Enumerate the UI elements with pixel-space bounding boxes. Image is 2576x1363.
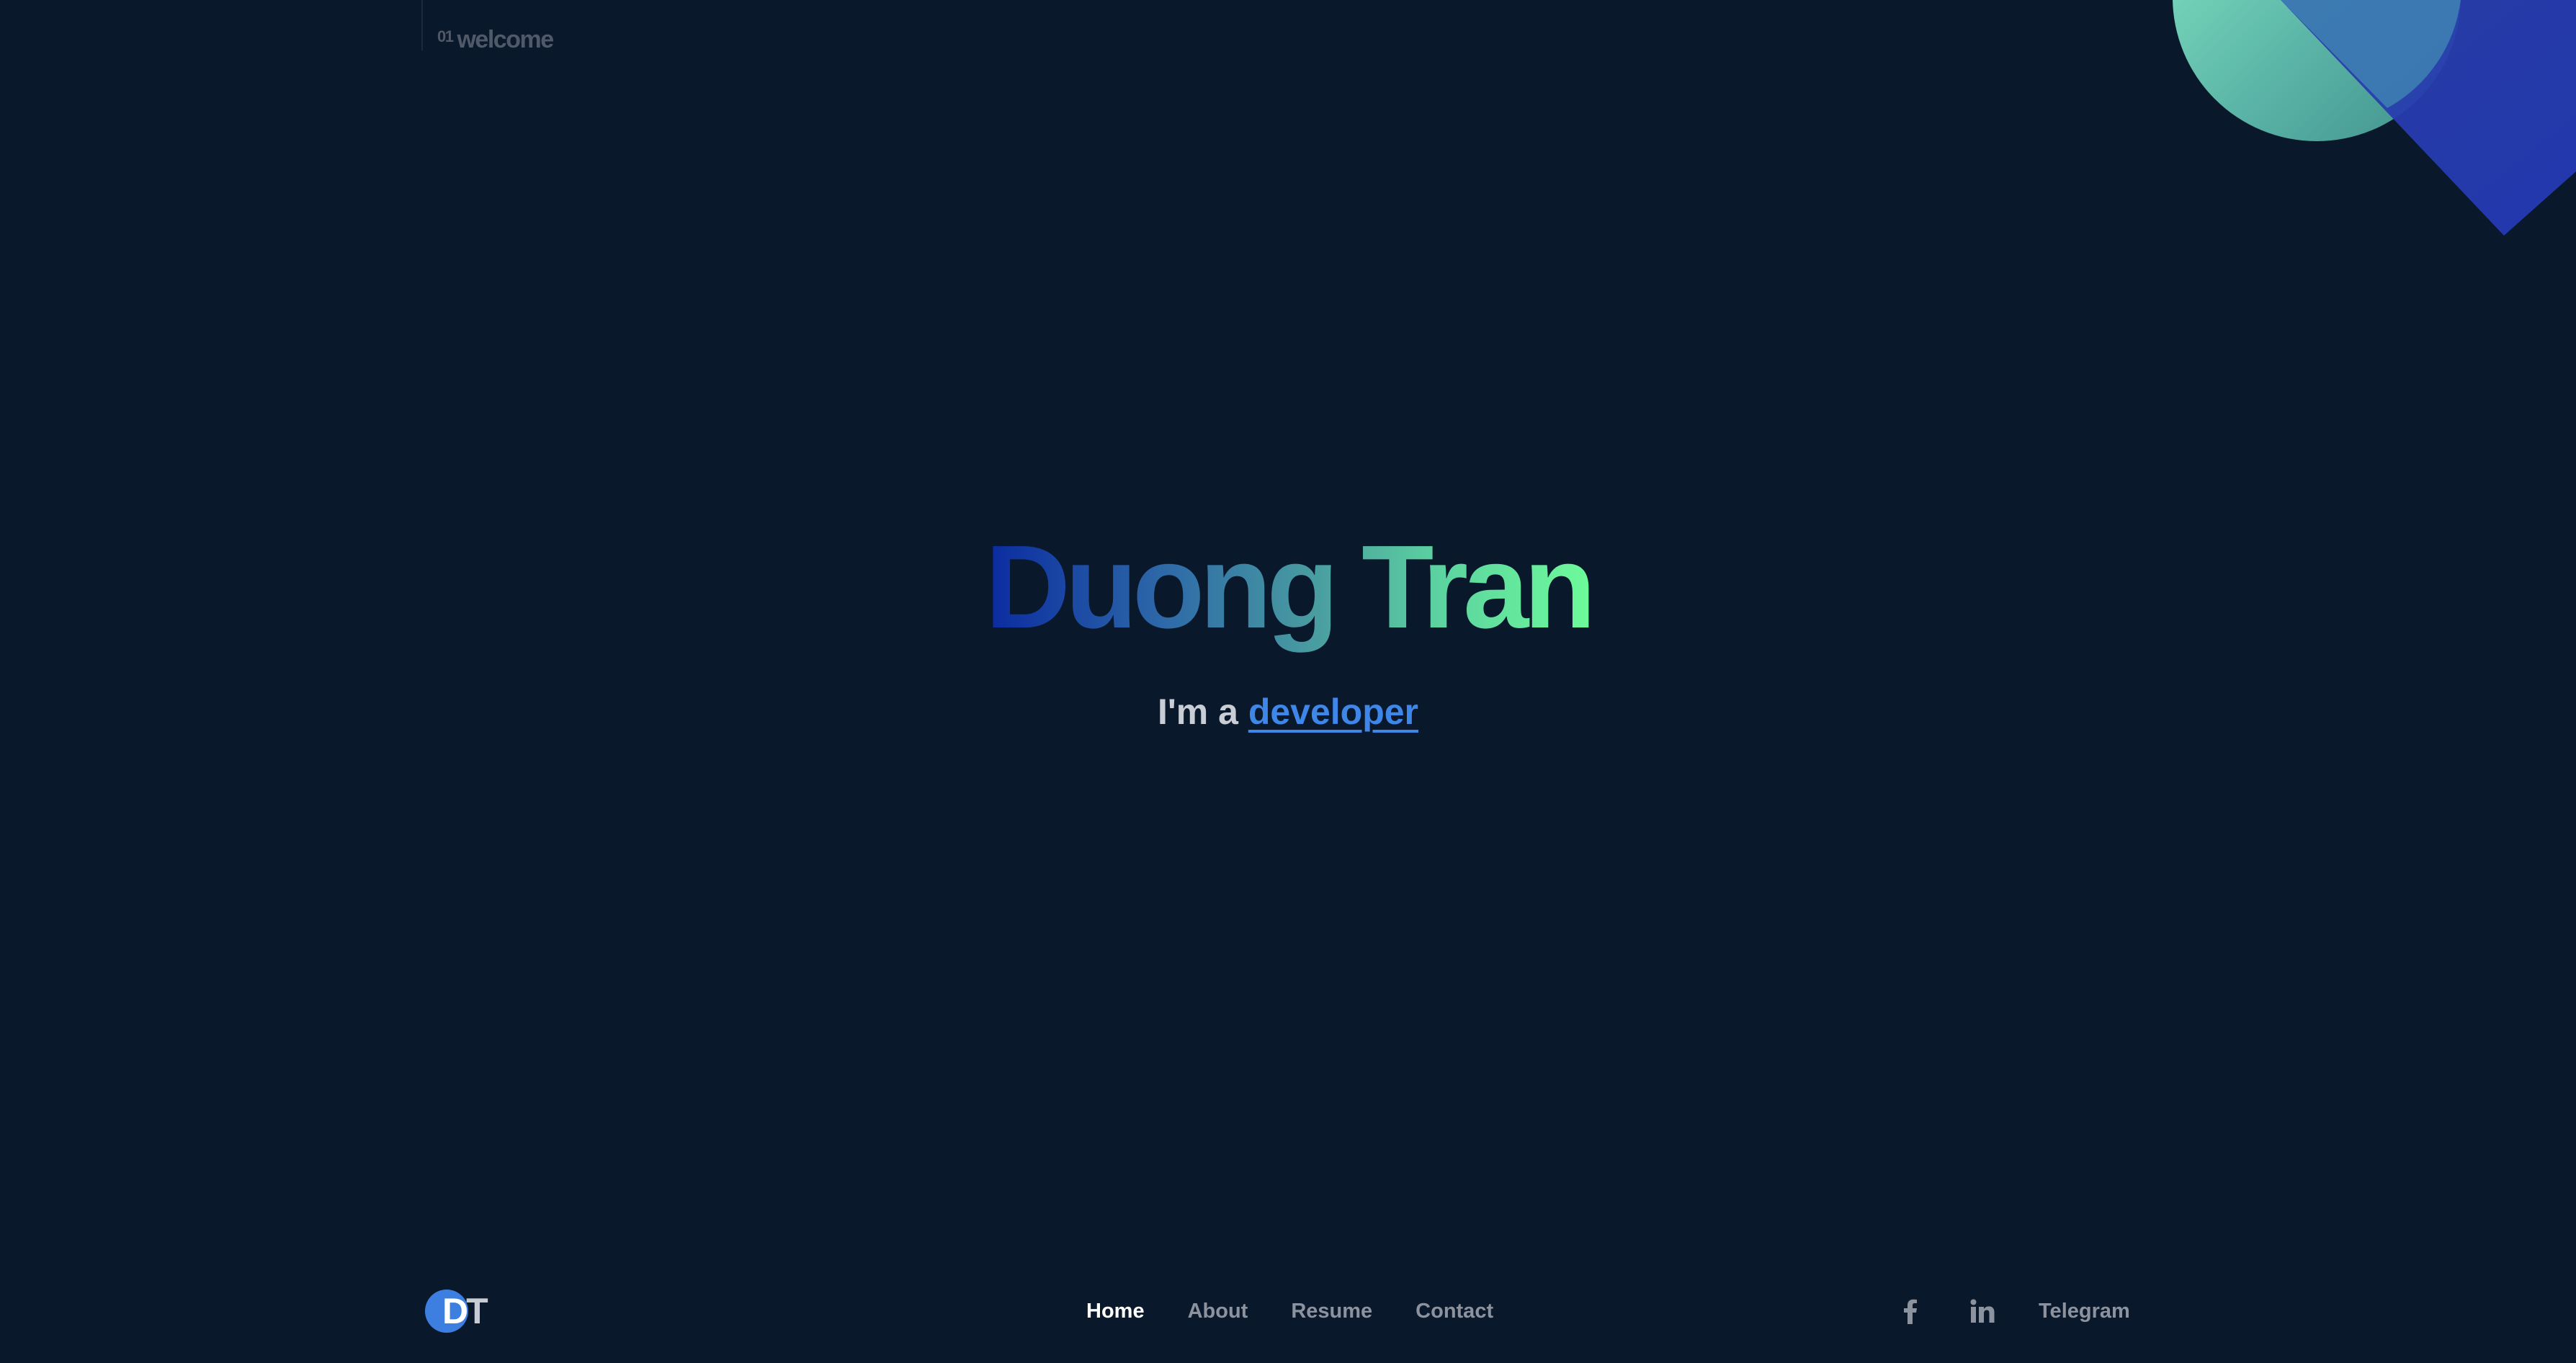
section-number: 01 xyxy=(437,27,454,45)
site-logo[interactable]: DT xyxy=(424,1288,496,1334)
hero-name: Duong Tran xyxy=(0,526,2576,648)
hero-intro: I'm a xyxy=(1157,692,1238,732)
hero-subtitle: I'm a developer xyxy=(0,689,2576,735)
logo-letter-d: D xyxy=(442,1291,468,1331)
logo-text: DT xyxy=(442,1291,488,1331)
section-label: 01 welcome xyxy=(437,26,554,54)
telegram-link[interactable]: Telegram xyxy=(2039,1297,2130,1326)
nav-item-home[interactable]: Home xyxy=(1086,1297,1145,1326)
decorative-shapes xyxy=(2173,0,2576,236)
facebook-icon[interactable] xyxy=(1895,1297,1926,1326)
nav-item-about[interactable]: About xyxy=(1188,1297,1248,1326)
linkedin-icon[interactable] xyxy=(1967,1297,1998,1326)
nav-item-resume[interactable]: Resume xyxy=(1291,1297,1372,1326)
section-divider xyxy=(421,0,423,50)
section-title: welcome xyxy=(457,26,554,53)
hero-name-text: Duong Tran xyxy=(985,521,1596,653)
logo-letter-t: T xyxy=(466,1291,488,1331)
page: 01 welcome Duong Tran I'm a developer DT… xyxy=(0,0,2576,1363)
social-links: Telegram xyxy=(1895,1297,2130,1326)
footer-bar: DT Home About Resume Contact Telegram xyxy=(0,1281,2576,1339)
hero-role-link[interactable]: developer xyxy=(1248,692,1418,732)
nav-item-contact[interactable]: Contact xyxy=(1416,1297,1493,1326)
main-nav: Home About Resume Contact xyxy=(1086,1297,1493,1326)
